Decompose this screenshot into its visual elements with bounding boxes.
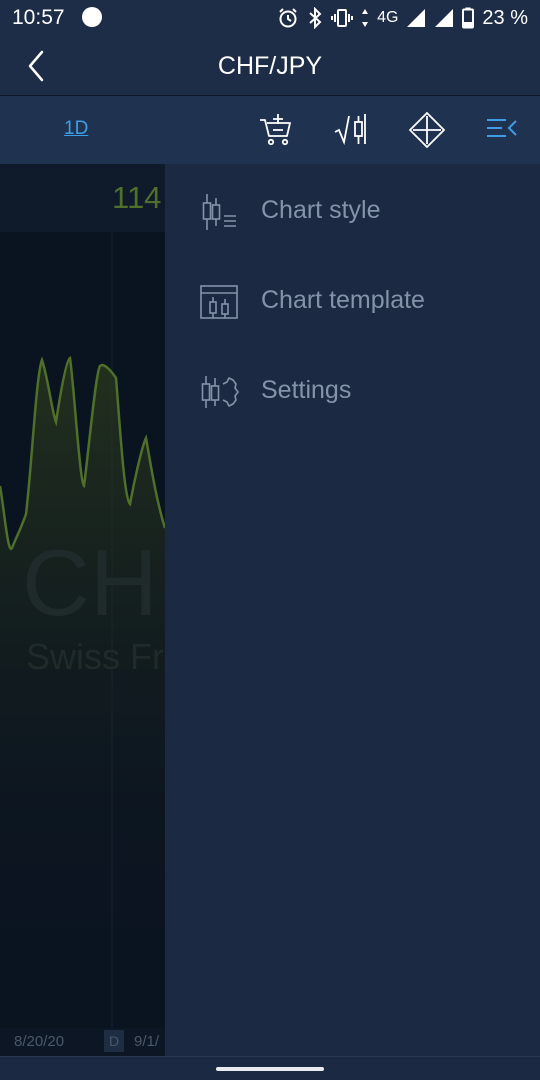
notification-dot-icon <box>82 7 102 27</box>
signal-icon <box>407 9 426 27</box>
page-title: CHF/JPY <box>217 52 323 80</box>
menu-item-settings[interactable]: Settings <box>165 356 540 426</box>
home-indicator[interactable] <box>216 1067 324 1071</box>
date-label: 9/1/ <box>134 1033 160 1050</box>
status-time: 10:57 <box>12 6 65 29</box>
menu-collapse-icon <box>487 119 517 137</box>
date-label: 8/20/20 <box>14 1033 65 1050</box>
timeframe-button[interactable]: 1D <box>64 118 88 140</box>
battery-icon <box>462 7 475 29</box>
chart-settings-icon <box>201 376 239 408</box>
chart-style-icon <box>202 194 236 230</box>
data-arrows-icon <box>362 9 369 27</box>
watermark-name: Swiss Fr <box>26 636 164 677</box>
chart-template-icon <box>200 285 238 319</box>
cart-add-icon <box>260 114 291 146</box>
date-period-badge: D <box>104 1030 124 1052</box>
indicators-button[interactable] <box>333 112 369 148</box>
network-type: 4G <box>377 9 399 26</box>
system-nav-bar <box>0 1056 540 1080</box>
side-menu-toggle[interactable] <box>484 112 520 148</box>
vibrate-icon <box>331 9 354 27</box>
menu-item-chart-style[interactable]: Chart style <box>165 176 540 246</box>
menu-item-label: Chart style <box>261 196 381 224</box>
bluetooth-icon <box>309 7 322 29</box>
chart-area[interactable]: 114 CH Swiss Fr 8/20/20 D 9/1/ <box>0 164 165 1056</box>
status-bar: 10:57 4G 23 % <box>0 0 540 36</box>
move-button[interactable] <box>408 111 446 149</box>
side-drawer: Chart style Chart template Settings <box>165 164 540 1056</box>
add-to-cart-button[interactable] <box>258 112 294 148</box>
app-bar: CHF/JPY <box>0 36 540 96</box>
watermark-symbol: CH <box>22 530 158 635</box>
battery-percentage: 23 % <box>482 6 528 29</box>
signal-2-icon <box>435 9 454 27</box>
indicator-icon <box>334 114 366 146</box>
date-axis: 8/20/20 D 9/1/ <box>0 1028 165 1056</box>
menu-item-chart-template[interactable]: Chart template <box>165 266 540 336</box>
status-icons: 4G 23 % <box>277 6 528 30</box>
move-arrows-icon <box>408 111 446 149</box>
chart-toolbar: 1D <box>0 96 540 164</box>
menu-item-label: Chart template <box>261 286 425 314</box>
alarm-icon <box>279 8 297 28</box>
menu-item-label: Settings <box>261 376 352 404</box>
